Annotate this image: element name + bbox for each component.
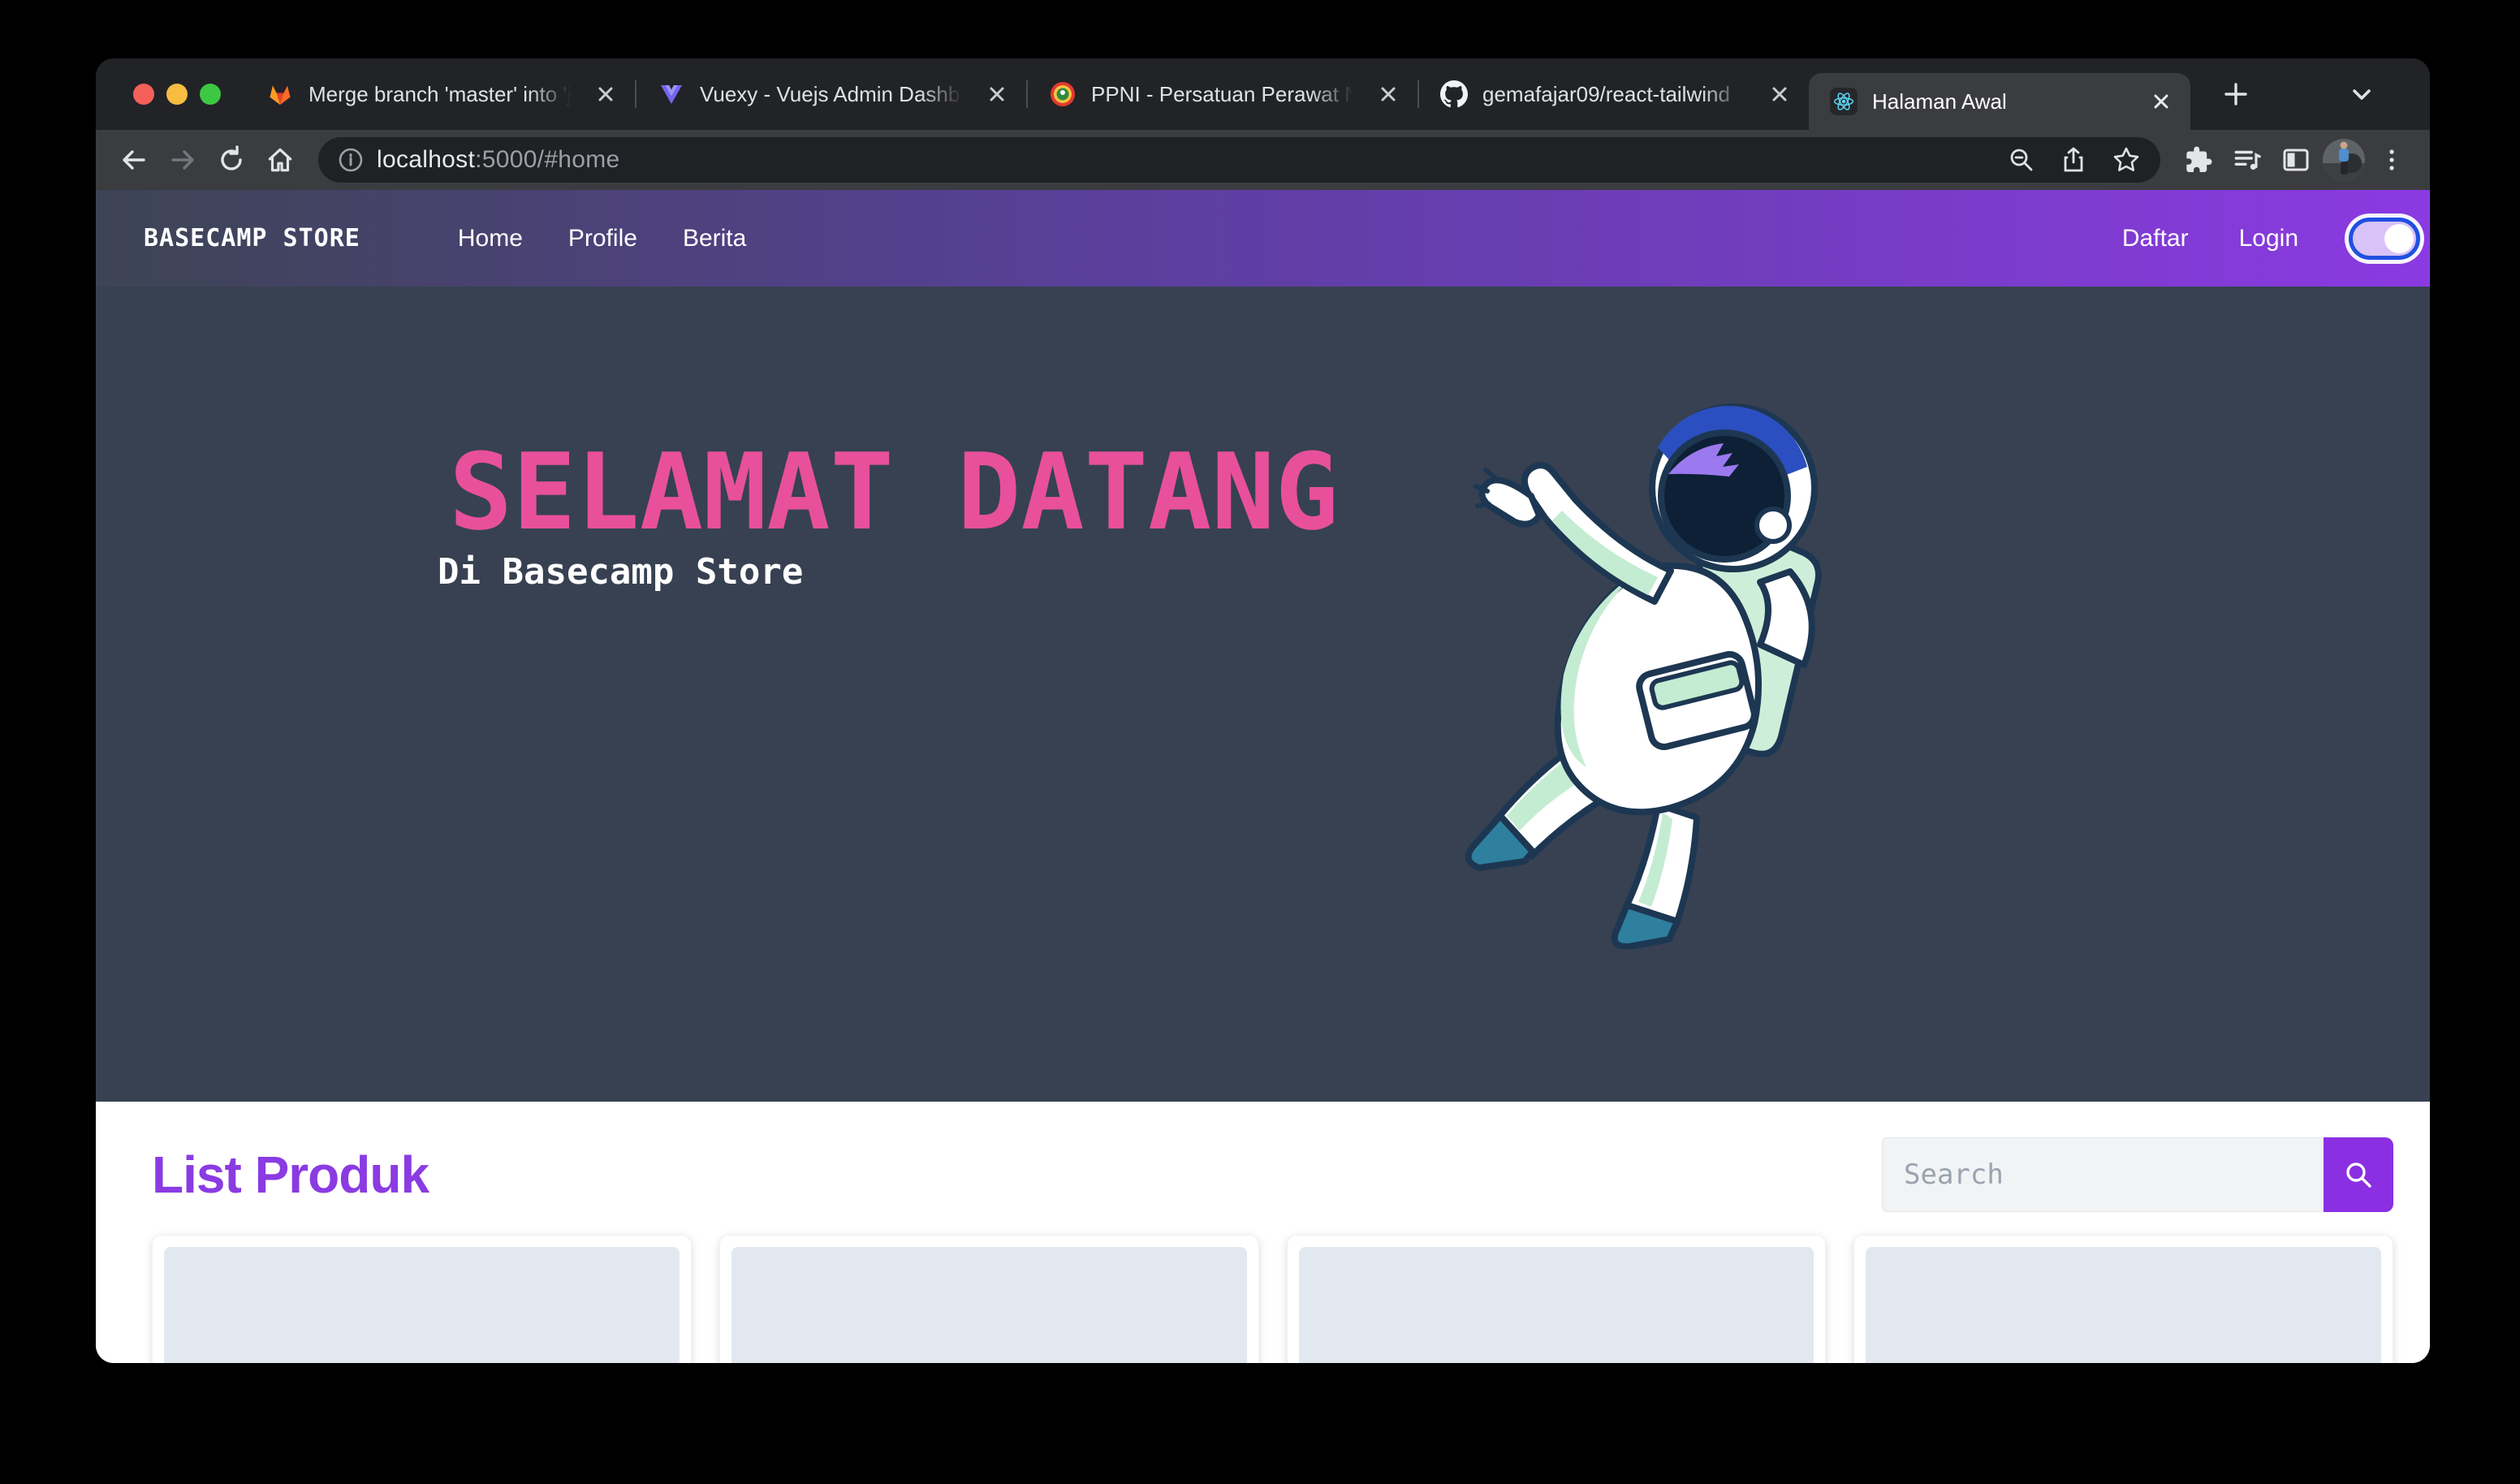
- nav-actions: Daftar Login: [2122, 218, 2425, 260]
- extensions-puzzle-icon[interactable]: [2177, 138, 2220, 182]
- new-tab-button[interactable]: [2213, 71, 2259, 117]
- browser-menu-dots-icon[interactable]: [2370, 138, 2414, 182]
- search-bar: [1882, 1137, 2393, 1212]
- toggle-knob: [2384, 224, 2414, 253]
- product-card[interactable]: [152, 1235, 692, 1363]
- bookmark-star-icon[interactable]: [2112, 145, 2141, 175]
- product-card-grid: [152, 1235, 2393, 1363]
- zoom-out-icon[interactable]: [2008, 146, 2035, 174]
- web-page: BASECAMP STORE Home Profile Berita Dafta…: [96, 190, 2430, 1363]
- tab-search-chevron-icon[interactable]: [2342, 75, 2381, 114]
- product-card[interactable]: [1853, 1235, 2393, 1363]
- dark-mode-toggle[interactable]: [2349, 218, 2420, 260]
- nav-link-berita[interactable]: Berita: [683, 225, 746, 252]
- site-info-icon[interactable]: [338, 147, 364, 173]
- hero-section: SELAMAT DATANG Di Basecamp Store: [96, 287, 2430, 1102]
- react-icon: [1830, 88, 1858, 115]
- gitlab-icon: [266, 80, 294, 108]
- url-text[interactable]: localhost:5000/#home: [377, 146, 620, 174]
- browser-window: Merge branch 'master' into 'jiha Vuexy -…: [96, 58, 2430, 1363]
- hero-subtitle: Di Basecamp Store: [438, 551, 803, 593]
- tab-title: gemafajar09/react-tailwind: [1482, 82, 1750, 107]
- astronaut-illustration: [1453, 397, 1839, 949]
- share-icon[interactable]: [2060, 146, 2087, 174]
- product-image-placeholder: [1299, 1247, 1814, 1363]
- product-card[interactable]: [719, 1235, 1259, 1363]
- maximize-window-button[interactable]: [200, 84, 221, 105]
- back-icon[interactable]: [112, 138, 156, 182]
- url-path: :5000/#home: [475, 146, 619, 173]
- site-navbar: BASECAMP STORE Home Profile Berita Dafta…: [96, 190, 2430, 287]
- media-controls-icon[interactable]: [2225, 138, 2269, 182]
- url-bar[interactable]: localhost:5000/#home: [318, 137, 2160, 183]
- tab-close-icon[interactable]: [1374, 80, 1403, 109]
- vuexy-icon: [658, 80, 685, 108]
- product-image-placeholder: [731, 1247, 1247, 1363]
- login-link[interactable]: Login: [2239, 225, 2298, 252]
- sidebar-icon[interactable]: [2274, 138, 2318, 182]
- tab-vuexy[interactable]: Vuexy - Vuejs Admin Dashboard: [636, 58, 1026, 130]
- tab-title: Merge branch 'master' into 'jiha: [309, 82, 576, 107]
- search-icon: [2343, 1159, 2374, 1190]
- forward-icon[interactable]: [161, 138, 205, 182]
- tab-title: Halaman Awal: [1872, 89, 2132, 114]
- profile-avatar[interactable]: [2323, 139, 2365, 181]
- ppni-icon: [1049, 80, 1077, 108]
- daftar-link[interactable]: Daftar: [2122, 225, 2189, 252]
- product-image-placeholder: [1866, 1247, 2381, 1363]
- url-host: localhost: [377, 146, 475, 173]
- tab-close-icon[interactable]: [2147, 87, 2176, 116]
- tab-close-icon[interactable]: [1765, 80, 1794, 109]
- tab-ppni[interactable]: PPNI - Persatuan Perawat Nasio: [1028, 58, 1418, 130]
- product-image-placeholder: [164, 1247, 680, 1363]
- home-icon[interactable]: [258, 138, 302, 182]
- browser-toolbar: localhost:5000/#home: [96, 130, 2430, 190]
- tab-close-icon[interactable]: [982, 80, 1012, 109]
- tab-github-repo[interactable]: gemafajar09/react-tailwind: [1419, 58, 1809, 130]
- tab-title: PPNI - Persatuan Perawat Nasio: [1091, 82, 1359, 107]
- product-card[interactable]: [1287, 1235, 1827, 1363]
- window-controls: [96, 58, 245, 130]
- tab-title: Vuexy - Vuejs Admin Dashboard: [700, 82, 968, 107]
- nav-link-home[interactable]: Home: [458, 225, 523, 252]
- nav-link-profile[interactable]: Profile: [568, 225, 637, 252]
- nav-links: Home Profile Berita: [458, 225, 746, 252]
- tab-strip: Merge branch 'master' into 'jiha Vuexy -…: [96, 58, 2430, 130]
- tab-close-icon[interactable]: [591, 80, 620, 109]
- brand-logo[interactable]: BASECAMP STORE: [144, 224, 360, 252]
- products-heading: List Produk: [152, 1145, 429, 1205]
- search-input[interactable]: [1882, 1137, 2324, 1212]
- tab-gitlab-merge[interactable]: Merge branch 'master' into 'jiha: [245, 58, 635, 130]
- reload-icon[interactable]: [209, 138, 253, 182]
- tabs: Merge branch 'master' into 'jiha Vuexy -…: [245, 58, 2190, 130]
- github-icon: [1440, 80, 1468, 108]
- search-button[interactable]: [2324, 1137, 2393, 1212]
- hero-title: SELAMAT DATANG: [449, 439, 1339, 545]
- products-section: List Produk: [96, 1102, 2430, 1363]
- close-window-button[interactable]: [133, 84, 154, 105]
- minimize-window-button[interactable]: [166, 84, 188, 105]
- tab-halaman-awal-active[interactable]: Halaman Awal: [1809, 73, 2190, 130]
